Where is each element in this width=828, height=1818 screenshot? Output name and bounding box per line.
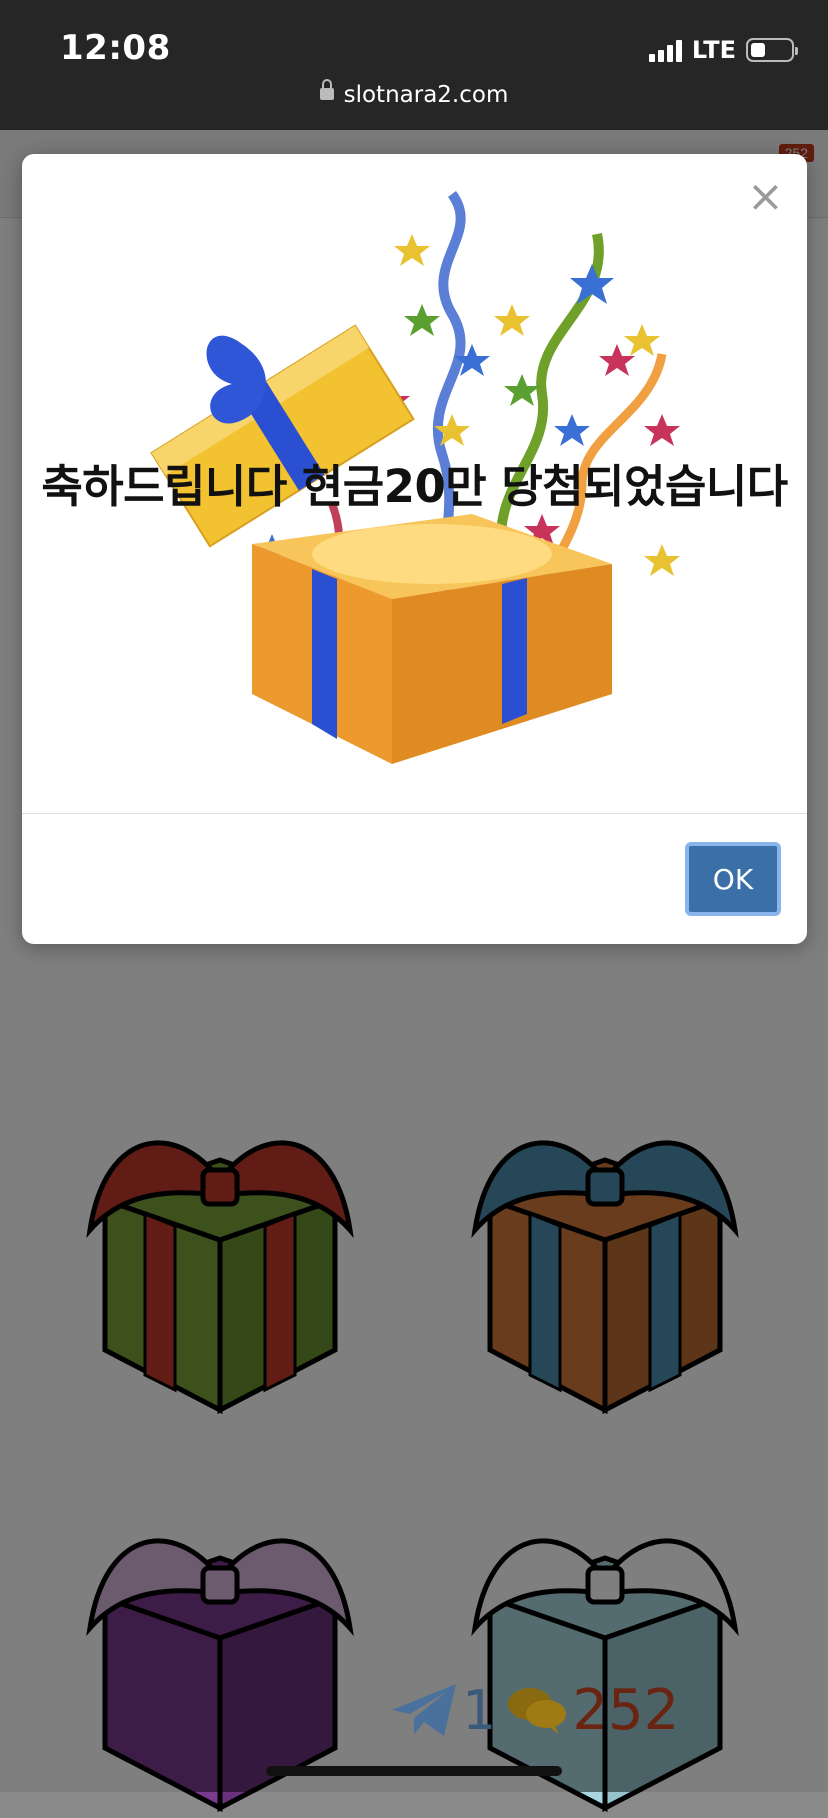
signal-icon [649,38,682,62]
status-bar: 12:08 LTE slotnara2.com [0,0,828,130]
telegram-icon[interactable] [390,1682,458,1738]
ok-button[interactable]: OK [685,842,781,916]
modal-divider [22,813,807,814]
status-indicators: LTE [649,36,794,64]
prize-message: 축하드립니다 현금20만 당첨되었습니다 [22,450,807,515]
address-bar[interactable]: slotnara2.com [0,82,828,108]
floating-counters: 1 252 [390,1660,679,1760]
url-text: slotnara2.com [344,82,509,108]
status-time: 12:08 [60,28,171,68]
chat-count: 252 [572,1678,679,1743]
chat-icon[interactable] [506,1684,568,1736]
lock-icon [320,88,334,100]
prize-dialog: × 축하드립니다 현금20만 당첨되었습니다 OK [22,154,807,944]
battery-icon [746,38,794,62]
close-icon[interactable]: × [747,182,781,216]
network-type: LTE [692,36,736,64]
telegram-count: 1 [462,1679,496,1742]
home-indicator[interactable] [266,1766,562,1776]
